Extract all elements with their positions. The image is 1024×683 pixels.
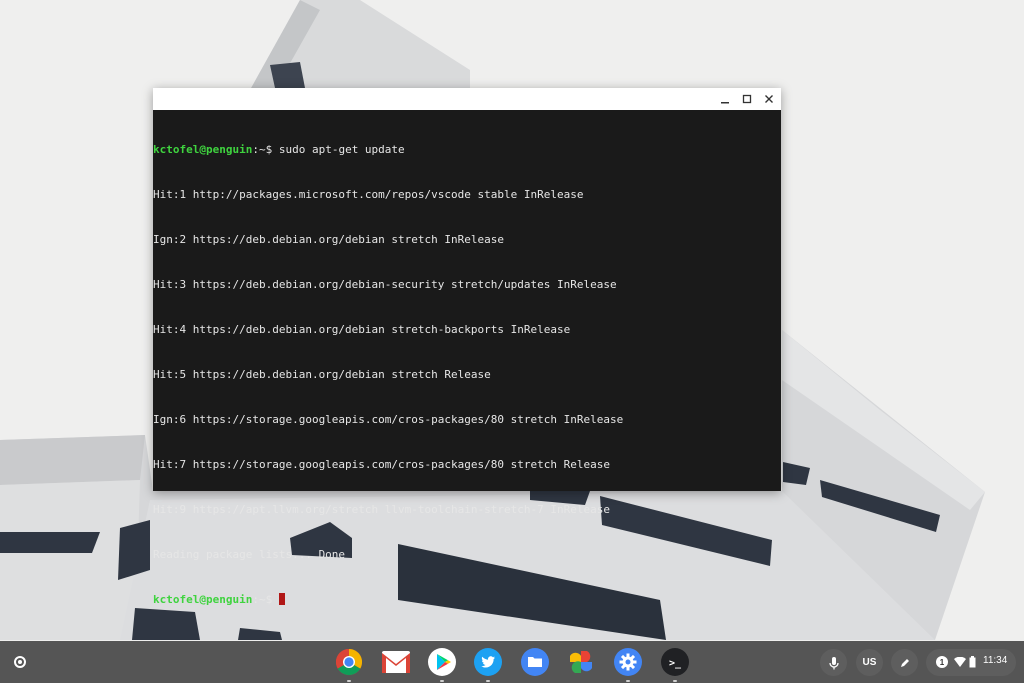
current-prompt-line[interactable]: kctofel@penguin:~$ [153, 592, 781, 607]
wifi-icon [954, 657, 966, 667]
stylus-button[interactable] [891, 649, 918, 676]
play-store-icon[interactable] [427, 647, 457, 682]
prompt-path: :~$ [252, 593, 273, 606]
prompt-path: :~$ [252, 143, 273, 156]
output-line: Hit:7 https://storage.googleapis.com/cro… [153, 458, 610, 471]
terminal-window[interactable]: kctofel@penguin:~$ sudo apt-get update H… [153, 88, 781, 606]
output-line: Ign:6 https://storage.googleapis.com/cro… [153, 413, 624, 426]
output-line: Hit:1 http://packages.microsoft.com/repo… [153, 188, 584, 201]
terminal-icon[interactable]: >_ [660, 647, 690, 682]
output-line: Hit:4 https://deb.debian.org/debian stre… [153, 323, 571, 336]
status-area[interactable]: 1 11:34 [926, 649, 1016, 676]
twitter-icon[interactable] [473, 647, 503, 682]
title-bar[interactable] [153, 88, 781, 110]
command-line: kctofel@penguin:~$ sudo apt-get update [153, 142, 781, 157]
microphone-button[interactable] [820, 649, 847, 676]
running-indicator [673, 680, 677, 682]
output-line: Reading package lists... Done [153, 548, 346, 561]
battery-icon [969, 656, 976, 668]
ime-button[interactable]: US [856, 649, 883, 676]
running-indicator [347, 680, 351, 682]
text-cursor [279, 593, 286, 605]
minimize-icon[interactable] [714, 88, 736, 110]
output-line: Ign:2 https://deb.debian.org/debian stre… [153, 233, 504, 246]
launcher-button[interactable] [8, 650, 32, 674]
prompt-user: kctofel@penguin [153, 143, 253, 156]
gmail-icon[interactable] [381, 647, 411, 677]
ime-label: US [862, 657, 877, 668]
notification-count: 1 [936, 656, 948, 668]
running-indicator [440, 680, 444, 682]
prompt-user: kctofel@penguin [153, 593, 253, 606]
clock: 11:34 [983, 655, 1008, 666]
terminal-glyph: >_ [669, 658, 682, 669]
terminal-output[interactable]: kctofel@penguin:~$ sudo apt-get update H… [153, 110, 781, 637]
microphone-icon [828, 656, 839, 669]
output-line: Hit:9 https://apt.llvm.org/stretch llvm-… [153, 503, 610, 516]
maximize-icon[interactable] [736, 88, 758, 110]
photos-icon[interactable] [566, 647, 596, 677]
running-indicator [626, 680, 630, 682]
settings-icon[interactable] [613, 647, 643, 682]
launcher-icon [14, 656, 26, 668]
command-text: sudo apt-get update [272, 143, 405, 156]
close-icon[interactable] [758, 88, 780, 110]
files-icon[interactable] [520, 647, 550, 677]
chrome-icon[interactable] [334, 647, 364, 682]
output-line: Hit:3 https://deb.debian.org/debian-secu… [153, 278, 617, 291]
shelf: >_ US 1 11:34 [0, 641, 1024, 683]
output-line: Hit:5 https://deb.debian.org/debian stre… [153, 368, 491, 381]
running-indicator [486, 680, 490, 682]
stylus-icon [900, 658, 909, 667]
